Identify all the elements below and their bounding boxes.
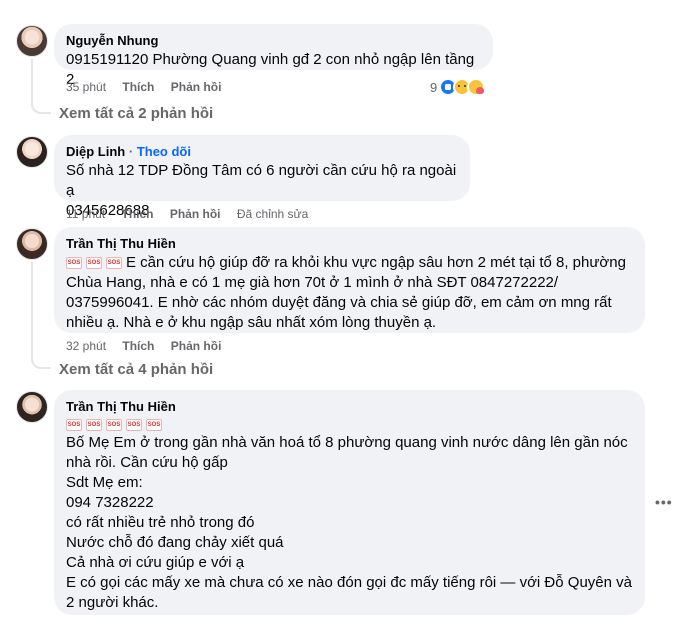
comment-actions: 11 phút Thích Phản hồi Đã chỉnh sửa bbox=[66, 206, 321, 222]
avatar[interactable] bbox=[16, 136, 48, 168]
comment-bubble: Diệp Linh · Theo dõi Số nhà 12 TDP Đồng … bbox=[54, 135, 470, 219]
comment-time[interactable]: 35 phút bbox=[66, 79, 106, 95]
comment-text-line: 0375996041. E nhờ các nhóm duyệt đăng và… bbox=[66, 294, 612, 311]
comment-text-line: Chùa Hang, nhà e có 1 mẹ già hơn 70t ở 1… bbox=[66, 274, 559, 291]
sos-icon: SOS bbox=[126, 419, 142, 432]
sos-icon: SOS bbox=[106, 257, 122, 270]
avatar[interactable] bbox=[16, 228, 48, 260]
comment-text-line: Số nhà 12 TDP Đồng Tâm có 6 người cần cứ… bbox=[66, 162, 457, 199]
comment-actions: 32 phút Thích Phản hồi bbox=[66, 338, 234, 354]
comment-text-first: E cần cứu hộ giúp đỡ ra khỏi khu vực ngậ… bbox=[126, 254, 626, 271]
comment-text-line: nhà rồi. Cần cứu hộ gấp bbox=[66, 454, 228, 471]
comment-author[interactable]: Trần Thị Thu Hiền bbox=[66, 235, 633, 252]
reply-button[interactable]: Phản hồi bbox=[170, 206, 221, 222]
comment-text-line: 094 7328222 bbox=[66, 494, 154, 511]
sos-icon-row: SOS SOS SOS SOS SOS bbox=[66, 417, 633, 433]
edited-label: Đã chỉnh sửa bbox=[236, 207, 309, 221]
reaction-count: 9 bbox=[430, 79, 438, 95]
reply-button[interactable]: Phản hồi bbox=[171, 79, 222, 95]
comment-actions: 35 phút Thích Phản hồi bbox=[66, 79, 234, 95]
comment-text-line: có rất nhiều trẻ nhỏ trong đó bbox=[66, 514, 255, 531]
comment-text-line: SOS SOS SOS E cần cứu hộ giúp đỡ ra khỏi kh… bbox=[66, 253, 633, 273]
view-replies-link[interactable]: Xem tất cả 4 phản hồi bbox=[59, 360, 213, 380]
thread-connector bbox=[31, 355, 51, 369]
avatar[interactable] bbox=[16, 391, 48, 423]
care-reaction-icon bbox=[467, 78, 486, 96]
reply-button[interactable]: Phản hồi bbox=[171, 338, 222, 354]
comment-text-line: Sdt Mẹ em: bbox=[66, 474, 143, 491]
comment-bubble: Nguyễn Nhung 0915191120 Phường Quang vin… bbox=[54, 24, 493, 88]
thread-line bbox=[31, 59, 33, 101]
separator-dot: · bbox=[128, 144, 134, 159]
more-horizontal-icon[interactable]: ••• bbox=[655, 494, 673, 510]
thread-line bbox=[31, 262, 33, 356]
sos-icon: SOS bbox=[146, 419, 162, 432]
comment-text-line: nhiều ạ. Nhà e ở khu ngập sâu nhất xóm l… bbox=[66, 314, 437, 331]
sos-icon: SOS bbox=[66, 419, 82, 432]
like-button[interactable]: Thích bbox=[122, 206, 154, 222]
comment-author-row: Diệp Linh · Theo dõi bbox=[66, 143, 458, 160]
comment-text-line: 2 người khác. bbox=[66, 594, 159, 611]
avatar[interactable] bbox=[16, 25, 48, 57]
view-replies-link[interactable]: Xem tất cả 2 phản hồi bbox=[59, 104, 213, 124]
comment-text-line: Bố Mẹ Em ở trong gần nhà văn hoá tổ 8 ph… bbox=[66, 434, 628, 451]
follow-button[interactable]: Theo dõi bbox=[137, 144, 191, 159]
comment-bubble: Trần Thị Thu Hiền SOS SOS SOS E cần cứu hộ … bbox=[54, 227, 645, 333]
sos-icon: SOS bbox=[86, 257, 102, 270]
comment-bubble: Trần Thị Thu Hiền SOS SOS SOS SOS SOS Bố Mẹ … bbox=[54, 390, 645, 615]
like-button[interactable]: Thích bbox=[122, 79, 154, 95]
comment-author[interactable]: Trần Thị Thu Hiền bbox=[66, 398, 633, 415]
comment-time[interactable]: 11 phút bbox=[66, 206, 105, 222]
comment-text-line: E có gọi các mấy xe mà chưa có xe nào đó… bbox=[66, 574, 632, 591]
sos-icon: SOS bbox=[106, 419, 122, 432]
comment-text-line: Nước chỗ đó đang chảy xiết quá bbox=[66, 534, 284, 551]
reaction-summary[interactable]: 9 bbox=[430, 78, 486, 96]
like-button[interactable]: Thích bbox=[122, 338, 154, 354]
sos-icon: SOS bbox=[66, 257, 82, 270]
sos-icon: SOS bbox=[86, 419, 102, 432]
thread-connector bbox=[31, 100, 51, 114]
comment-author[interactable]: Diệp Linh bbox=[66, 144, 125, 159]
comment-text-line: Cả nhà ơi cứu giúp e với ạ bbox=[66, 554, 245, 571]
comment-time[interactable]: 32 phút bbox=[66, 338, 106, 354]
comment-author[interactable]: Nguyễn Nhung bbox=[66, 32, 481, 49]
